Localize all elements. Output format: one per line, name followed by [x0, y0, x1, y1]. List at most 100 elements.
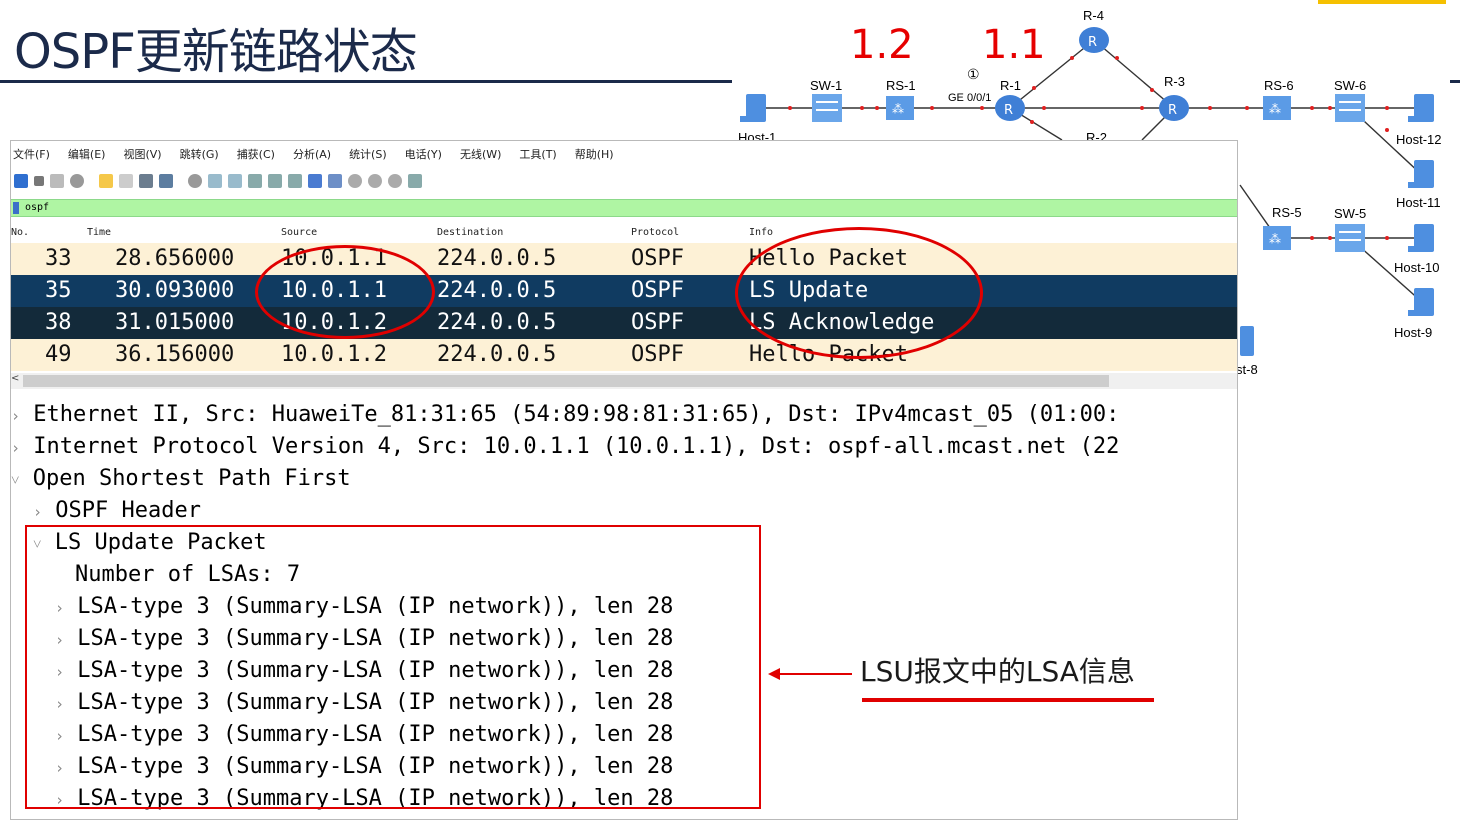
column-header-destination[interactable]: Destination [437, 227, 503, 238]
reload-icon[interactable] [159, 174, 173, 188]
zoom-out-icon[interactable] [368, 174, 382, 188]
packet-destination: 224.0.0.5 [437, 310, 557, 335]
interface-label: GE 0/0/1 [948, 92, 992, 104]
column-header-source[interactable]: Source [281, 227, 317, 238]
menu-view[interactable]: 视图(V) [123, 146, 161, 162]
packet-destination: 224.0.0.5 [437, 278, 557, 303]
save-icon[interactable] [119, 174, 133, 188]
collapse-chevron-icon[interactable]: ˅ [11, 471, 19, 489]
last-packet-icon[interactable] [288, 174, 302, 188]
go-to-packet-icon[interactable] [248, 174, 262, 188]
forward-arrow-icon[interactable] [228, 174, 242, 188]
host-label: Host-9 [1394, 325, 1433, 340]
packet-list-header: No. Time Source Destination Protocol Inf… [11, 223, 1237, 244]
zoom-in-icon[interactable] [348, 174, 362, 188]
horizontal-scrollbar[interactable]: < [11, 373, 1237, 389]
menu-bar: 文件(F) 编辑(E) 视图(V) 跳转(G) 捕获(C) 分析(A) 统计(S… [11, 141, 1237, 167]
colorize-icon[interactable] [328, 174, 342, 188]
annotation-label: LSU报文中的LSA信息 [860, 655, 1135, 688]
options-gear-icon[interactable] [70, 174, 84, 188]
menu-telephony[interactable]: 电话(Y) [405, 146, 442, 162]
shark-fin-start-icon[interactable] [14, 174, 28, 188]
bookmark-icon[interactable] [13, 202, 19, 214]
find-icon[interactable] [188, 174, 202, 188]
resize-columns-icon[interactable] [408, 174, 422, 188]
host-label: Host-10 [1394, 260, 1440, 275]
switch-label: SW-1 [810, 78, 843, 93]
host-label: Host-1 [738, 130, 777, 140]
svg-text:⁂: ⁂ [1269, 232, 1281, 246]
display-filter-input[interactable]: ospf [25, 202, 49, 213]
router-label: R-2 [1086, 130, 1107, 140]
stop-icon[interactable] [34, 176, 44, 186]
menu-go[interactable]: 跳转(G) [180, 146, 219, 162]
packet-time: 28.656000 [115, 246, 235, 271]
menu-analyze[interactable]: 分析(A) [293, 146, 331, 162]
packet-row[interactable]: 49 36.156000 10.0.1.2 224.0.0.5 OSPF Hel… [11, 339, 1237, 371]
packet-source: 10.0.1.2 [281, 342, 387, 367]
menu-capture[interactable]: 捕获(C) [237, 146, 275, 162]
route-switch-label: RS-1 [886, 78, 916, 93]
packet-no: 49 [45, 342, 72, 367]
tree-item-ip[interactable]: › Internet Protocol Version 4, Src: 10.0… [11, 431, 1119, 463]
restart-icon[interactable] [50, 174, 64, 188]
annotation-underline [862, 698, 1154, 702]
switch-label: SW-5 [1334, 206, 1367, 221]
tree-item-ospf[interactable]: ˅ Open Shortest Path First [11, 463, 351, 495]
back-arrow-icon[interactable] [208, 174, 222, 188]
packet-protocol: OSPF [631, 278, 684, 303]
column-header-protocol[interactable]: Protocol [631, 227, 679, 238]
packet-time: 30.093000 [115, 278, 235, 303]
display-filter-bar[interactable]: ospf [11, 199, 1237, 217]
svg-text:R: R [1088, 35, 1097, 50]
menu-help[interactable]: 帮助(H) [575, 146, 614, 162]
svg-text:⁂: ⁂ [1269, 102, 1281, 116]
menu-edit[interactable]: 编辑(E) [68, 146, 106, 162]
packet-no: 38 [45, 310, 72, 335]
zoom-normal-icon[interactable] [388, 174, 402, 188]
packet-row[interactable]: 33 28.656000 10.0.1.1 224.0.0.5 OSPF Hel… [11, 243, 1237, 275]
autoscroll-icon[interactable] [308, 174, 322, 188]
router-label: R-4 [1083, 8, 1104, 23]
scroll-left-arrow[interactable]: < [11, 373, 19, 384]
route-switch-label: RS-5 [1272, 205, 1302, 220]
svg-text:⁂: ⁂ [892, 102, 904, 116]
packet-row[interactable]: 38 31.015000 10.0.1.2 224.0.0.5 OSPF LS … [11, 307, 1237, 339]
packet-protocol: OSPF [631, 310, 684, 335]
column-header-no[interactable]: No. [11, 227, 29, 238]
packet-destination: 224.0.0.5 [437, 342, 557, 367]
tree-item-ethernet[interactable]: › Ethernet II, Src: HuaweiTe_81:31:65 (5… [11, 399, 1119, 431]
packet-time: 36.156000 [115, 342, 235, 367]
column-header-info[interactable]: Info [749, 227, 773, 238]
expand-chevron-icon[interactable]: › [33, 503, 42, 521]
menu-statistics[interactable]: 统计(S) [349, 146, 387, 162]
menu-file[interactable]: 文件(F) [13, 146, 50, 162]
menu-tools[interactable]: 工具(T) [519, 146, 556, 162]
packet-row-selected[interactable]: 35 30.093000 10.0.1.1 224.0.0.5 OSPF LS … [11, 275, 1237, 307]
main-toolbar [11, 169, 1237, 193]
svg-text:R: R [1004, 103, 1013, 118]
scrollbar-thumb[interactable] [23, 375, 1109, 387]
title-underline [0, 80, 732, 83]
open-folder-icon[interactable] [99, 174, 113, 188]
switch-label: SW-6 [1334, 78, 1367, 93]
highlight-ellipse-info [735, 227, 983, 359]
close-file-icon[interactable] [139, 174, 153, 188]
route-switch-label: RS-6 [1264, 78, 1294, 93]
ip-label-1-2: 1.2 [850, 22, 914, 68]
column-header-time[interactable]: Time [87, 227, 111, 238]
first-packet-icon[interactable] [268, 174, 282, 188]
tree-item-ospf-header[interactable]: › OSPF Header [33, 495, 201, 527]
router-label: R-1 [1000, 78, 1021, 93]
menu-wireless[interactable]: 无线(W) [460, 146, 501, 162]
packet-time: 31.015000 [115, 310, 235, 335]
wireshark-window: 文件(F) 编辑(E) 视图(V) 跳转(G) 捕获(C) 分析(A) 统计(S… [10, 140, 1238, 820]
expand-chevron-icon[interactable]: › [11, 439, 20, 457]
highlight-box-lsu [25, 525, 761, 809]
highlight-ellipse-source [255, 245, 435, 339]
page-title: OSPF更新链路状态 [14, 24, 418, 80]
packet-no: 33 [45, 246, 72, 271]
expand-chevron-icon[interactable]: › [11, 407, 20, 425]
router-label: R-3 [1164, 74, 1185, 89]
packet-destination: 224.0.0.5 [437, 246, 557, 271]
